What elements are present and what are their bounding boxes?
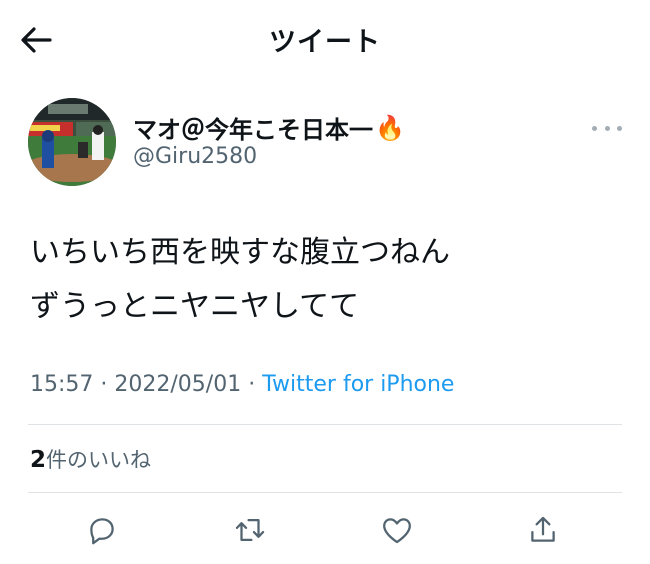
tweet-text-line: ずうっとニヤニヤしてて [30, 289, 360, 324]
tweet-text: いちいち西を映すな腹立つねん ずうっとニヤニヤしてて [30, 226, 450, 334]
reply-icon [90, 518, 114, 545]
share-icon [531, 516, 555, 542]
more-options-icon[interactable] [592, 124, 622, 132]
author-name[interactable]: マオ＠今年こそ日本一 🔥 [133, 110, 405, 145]
top-bar: ツイート [0, 0, 650, 76]
tweet-date: 2022/05/01 [114, 372, 242, 397]
likes-label: 件のいいね [46, 448, 152, 472]
action-bar [0, 508, 650, 552]
retweet-button[interactable] [228, 508, 272, 552]
avatar[interactable] [28, 98, 116, 186]
reply-button[interactable] [80, 508, 124, 552]
likes-number: 2 [30, 447, 47, 473]
like-button[interactable] [375, 508, 419, 552]
page-title: ツイート [269, 27, 381, 58]
tweet-text-line: いちいち西を映すな腹立つねん [30, 235, 450, 270]
divider [28, 492, 622, 493]
likes-count[interactable]: 2件のいいね [30, 444, 151, 474]
tweet-source-link[interactable]: Twitter for iPhone [262, 372, 454, 397]
retweet-icon [235, 518, 265, 542]
tweet-meta: 15:57 · 2022/05/01 · Twitter for iPhone [30, 372, 454, 397]
fire-icon: 🔥 [375, 113, 405, 142]
like-icon [383, 518, 411, 544]
tweet-time: 15:57 [30, 372, 94, 397]
share-button[interactable] [521, 508, 565, 552]
meta-separator: · [248, 372, 256, 397]
divider [28, 424, 622, 425]
author-name-text: マオ＠今年こそ日本一 [133, 116, 373, 144]
meta-separator: · [100, 372, 108, 397]
author-handle[interactable]: @Giru2580 [133, 144, 257, 169]
